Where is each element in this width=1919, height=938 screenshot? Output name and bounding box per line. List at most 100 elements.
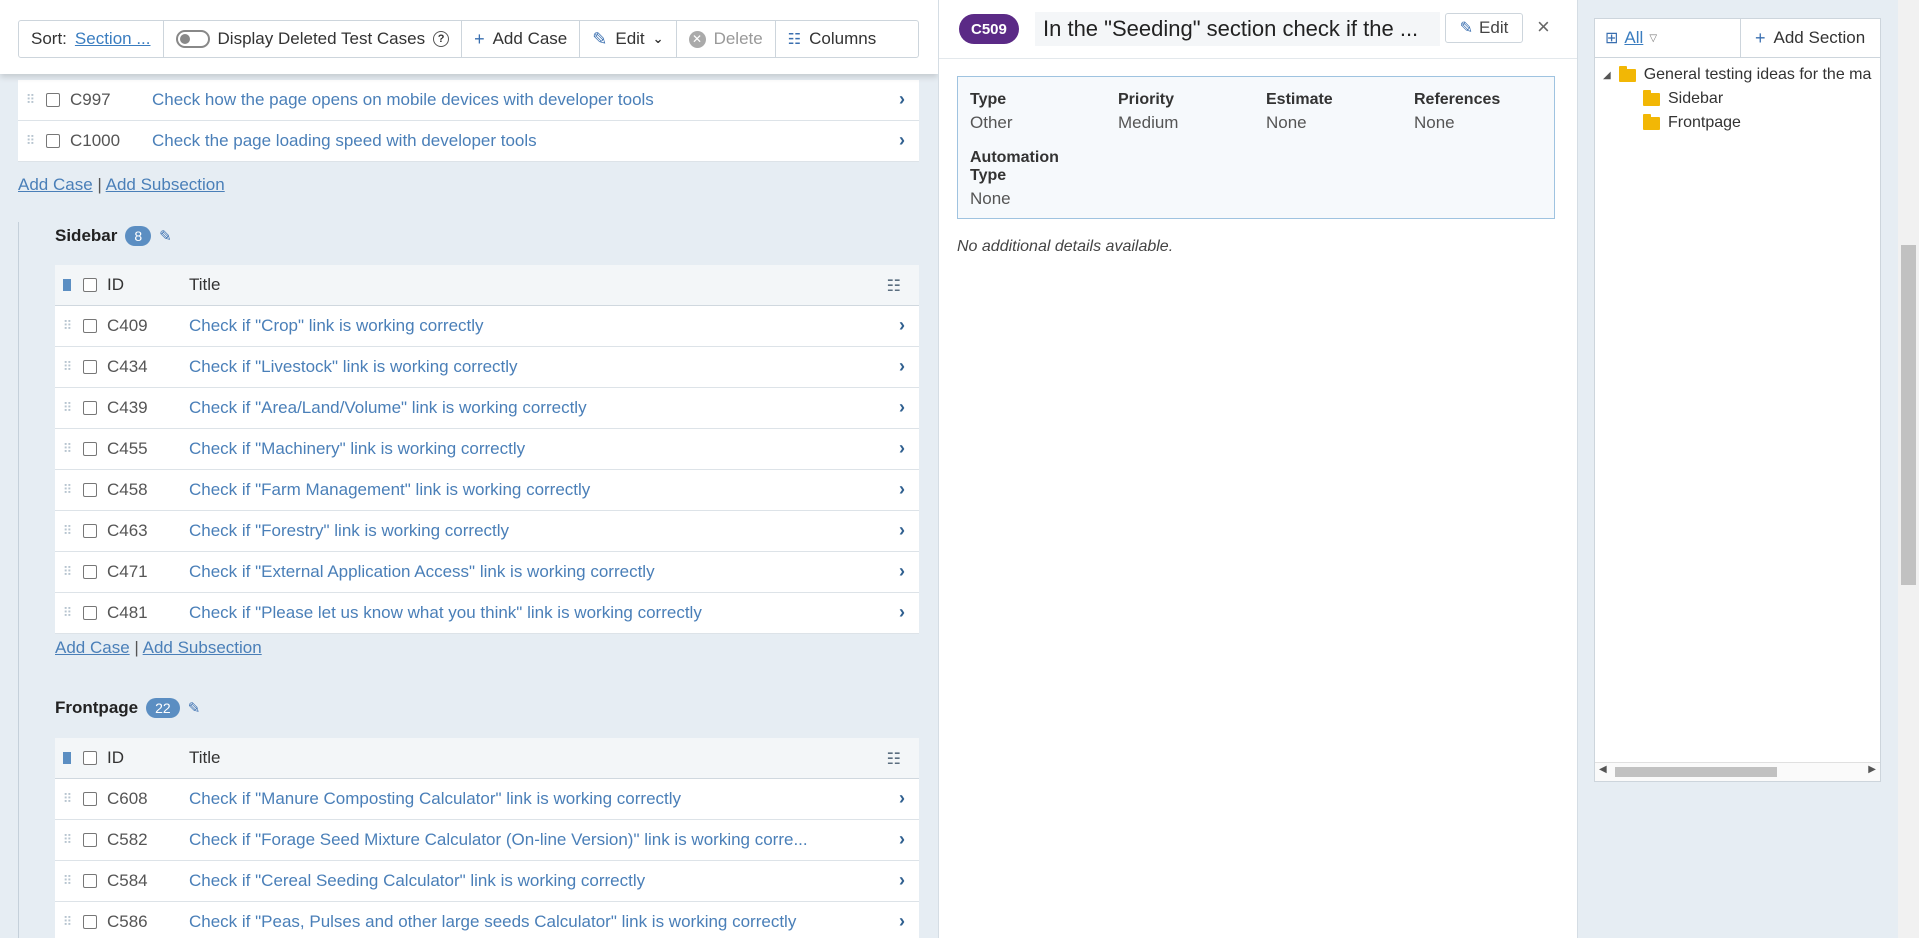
add-case-button[interactable]: + Add Case [462,21,581,57]
tree-node-frontpage[interactable]: Frontpage [1643,113,1741,132]
drag-handle-icon[interactable]: ⠿ [55,400,79,416]
add-section-button[interactable]: + Add Section [1741,19,1880,57]
row-checkbox[interactable] [83,606,97,620]
edit-section-icon[interactable]: ✎ [188,699,201,717]
display-deleted-control[interactable]: Display Deleted Test Cases ? [164,21,463,57]
drag-handle-icon[interactable]: ⠿ [55,873,79,889]
drag-handle-icon[interactable]: ⠿ [55,564,79,580]
chevron-right-icon[interactable]: › [899,911,905,932]
drag-handle-icon[interactable]: ⠿ [55,482,79,498]
drag-handle-icon[interactable]: ⠿ [18,92,42,108]
column-header-title[interactable]: Title [189,748,221,768]
select-all-checkbox[interactable] [83,278,97,292]
case-title-link[interactable]: Check how the page opens on mobile devic… [152,90,919,110]
edit-section-icon[interactable]: ✎ [159,227,172,245]
table-row[interactable]: ⠿ C434 Check if "Livestock" link is workin… [55,347,919,388]
row-checkbox[interactable] [83,360,97,374]
tree-filter[interactable]: ⊞ All ▽ [1595,19,1741,57]
tree-filter-value[interactable]: All [1624,28,1643,48]
case-title-link[interactable]: Check if "Area/Land/Volume" link is work… [189,398,919,418]
chevron-right-icon[interactable]: › [899,520,905,541]
add-case-link[interactable]: Add Case [55,638,130,657]
table-row[interactable]: ⠿ C582 Check if "Forage Seed Mixture Calcu… [55,820,919,861]
table-row[interactable]: ⠿ C481 Check if "Please let us know what y… [55,593,919,634]
table-row[interactable]: ⠿ C439 Check if "Area/Land/Volume" link is… [55,388,919,429]
table-row[interactable]: ⠿ C584 Check if "Cereal Seeding Calculator… [55,861,919,902]
table-row[interactable]: ⠿ C1000 Check the page loading speed wit… [18,121,919,162]
sort-value-link[interactable]: Section ... [75,29,151,49]
column-header-id[interactable]: ID [107,748,189,768]
display-deleted-toggle[interactable] [175,30,210,48]
chevron-right-icon[interactable]: › [899,315,905,336]
column-header-id[interactable]: ID [107,275,189,295]
chevron-right-icon[interactable]: › [899,602,905,623]
columns-button[interactable]: ☷ Columns [776,21,889,57]
edit-case-button[interactable]: ✎ Edit [1445,13,1523,43]
row-checkbox[interactable] [83,524,97,538]
case-title-link[interactable]: Check if "Crop" link is working correctl… [189,316,919,336]
scroll-right-arrow[interactable]: ▶ [1868,764,1876,775]
chevron-right-icon[interactable]: › [899,788,905,809]
column-settings-icon[interactable]: ☷ [887,749,901,769]
chevron-right-icon[interactable]: › [899,130,905,151]
tree-node-label[interactable]: General testing ideas for the ma [1644,66,1872,84]
row-checkbox[interactable] [83,915,97,929]
row-checkbox[interactable] [83,792,97,806]
row-checkbox[interactable] [83,874,97,888]
chevron-right-icon[interactable]: › [899,438,905,459]
drag-handle-icon[interactable]: ⠿ [55,523,79,539]
row-checkbox[interactable] [83,565,97,579]
table-row[interactable]: ⠿ C608 Check if "Manure Composting Calcula… [55,779,919,820]
column-settings-icon[interactable]: ☷ [887,276,901,296]
column-header-title[interactable]: Title [189,275,221,295]
case-title-link[interactable]: Check if "Livestock" link is working cor… [189,357,919,377]
case-title-link[interactable]: Check if "Cereal Seeding Calculator" lin… [189,871,919,891]
chevron-right-icon[interactable]: › [899,356,905,377]
case-title-link[interactable]: Check if "External Application Access" l… [189,562,919,582]
table-row[interactable]: ⠿ C409 Check if "Crop" link is working cor… [55,306,919,347]
add-case-link[interactable]: Add Case [18,175,93,194]
drag-handle-icon[interactable]: ⠿ [55,914,79,930]
chevron-right-icon[interactable]: › [899,870,905,891]
close-icon[interactable]: × [1537,14,1550,40]
add-subsection-link[interactable]: Add Subsection [143,638,262,657]
table-row[interactable]: ⠿ C586 Check if "Peas, Pulses and other la… [55,902,919,938]
select-all-checkbox[interactable] [83,751,97,765]
drag-handle-icon[interactable]: ⠿ [55,318,79,334]
scroll-thumb[interactable] [1901,245,1916,585]
table-row[interactable]: ⠿ C471 Check if "External Application Acce… [55,552,919,593]
row-checkbox[interactable] [83,442,97,456]
drag-handle-icon[interactable]: ⠿ [55,791,79,807]
row-checkbox[interactable] [83,319,97,333]
case-title-link[interactable]: Check if "Peas, Pulses and other large s… [189,912,919,932]
row-checkbox[interactable] [83,833,97,847]
case-title-link[interactable]: Check if "Forage Seed Mixture Calculator… [189,830,919,850]
table-row[interactable]: ⠿ C997 Check how the page opens on mobil… [18,80,919,121]
row-checkbox[interactable] [83,401,97,415]
tree-node-label[interactable]: Sidebar [1668,90,1723,108]
case-title-link[interactable]: Check if "Manure Composting Calculator" … [189,789,919,809]
row-checkbox[interactable] [83,483,97,497]
scroll-thumb[interactable] [1615,767,1777,777]
table-row[interactable]: ⠿ C458 Check if "Farm Management" link is … [55,470,919,511]
drag-handle-icon[interactable]: ⠿ [55,832,79,848]
row-checkbox[interactable] [46,134,60,148]
edit-dropdown-button[interactable]: ✎ Edit ⌄ [580,21,677,57]
table-row[interactable]: ⠿ C463 Check if "Forestry" link is working… [55,511,919,552]
page-vertical-scrollbar[interactable] [1898,0,1919,938]
tree-node-root[interactable]: ◢ General testing ideas for the ma [1603,65,1872,84]
sort-control[interactable]: Sort: Section ... [19,21,164,57]
row-checkbox[interactable] [46,93,60,107]
case-title-link[interactable]: Check if "Please let us know what you th… [189,603,919,623]
chevron-right-icon[interactable]: › [899,829,905,850]
delete-button[interactable]: ✕ Delete [677,21,776,57]
chevron-right-icon[interactable]: › [899,89,905,110]
tree-node-sidebar[interactable]: Sidebar [1643,89,1723,108]
table-row[interactable]: ⠿ C455 Check if "Machinery" link is workin… [55,429,919,470]
chevron-right-icon[interactable]: › [899,561,905,582]
case-title-link[interactable]: Check if "Farm Management" link is worki… [189,480,919,500]
drag-handle-icon[interactable]: ⠿ [18,133,42,149]
chevron-right-icon[interactable]: › [899,479,905,500]
chevron-right-icon[interactable]: › [899,397,905,418]
horizontal-scrollbar[interactable]: ◀ ▶ [1595,762,1880,781]
